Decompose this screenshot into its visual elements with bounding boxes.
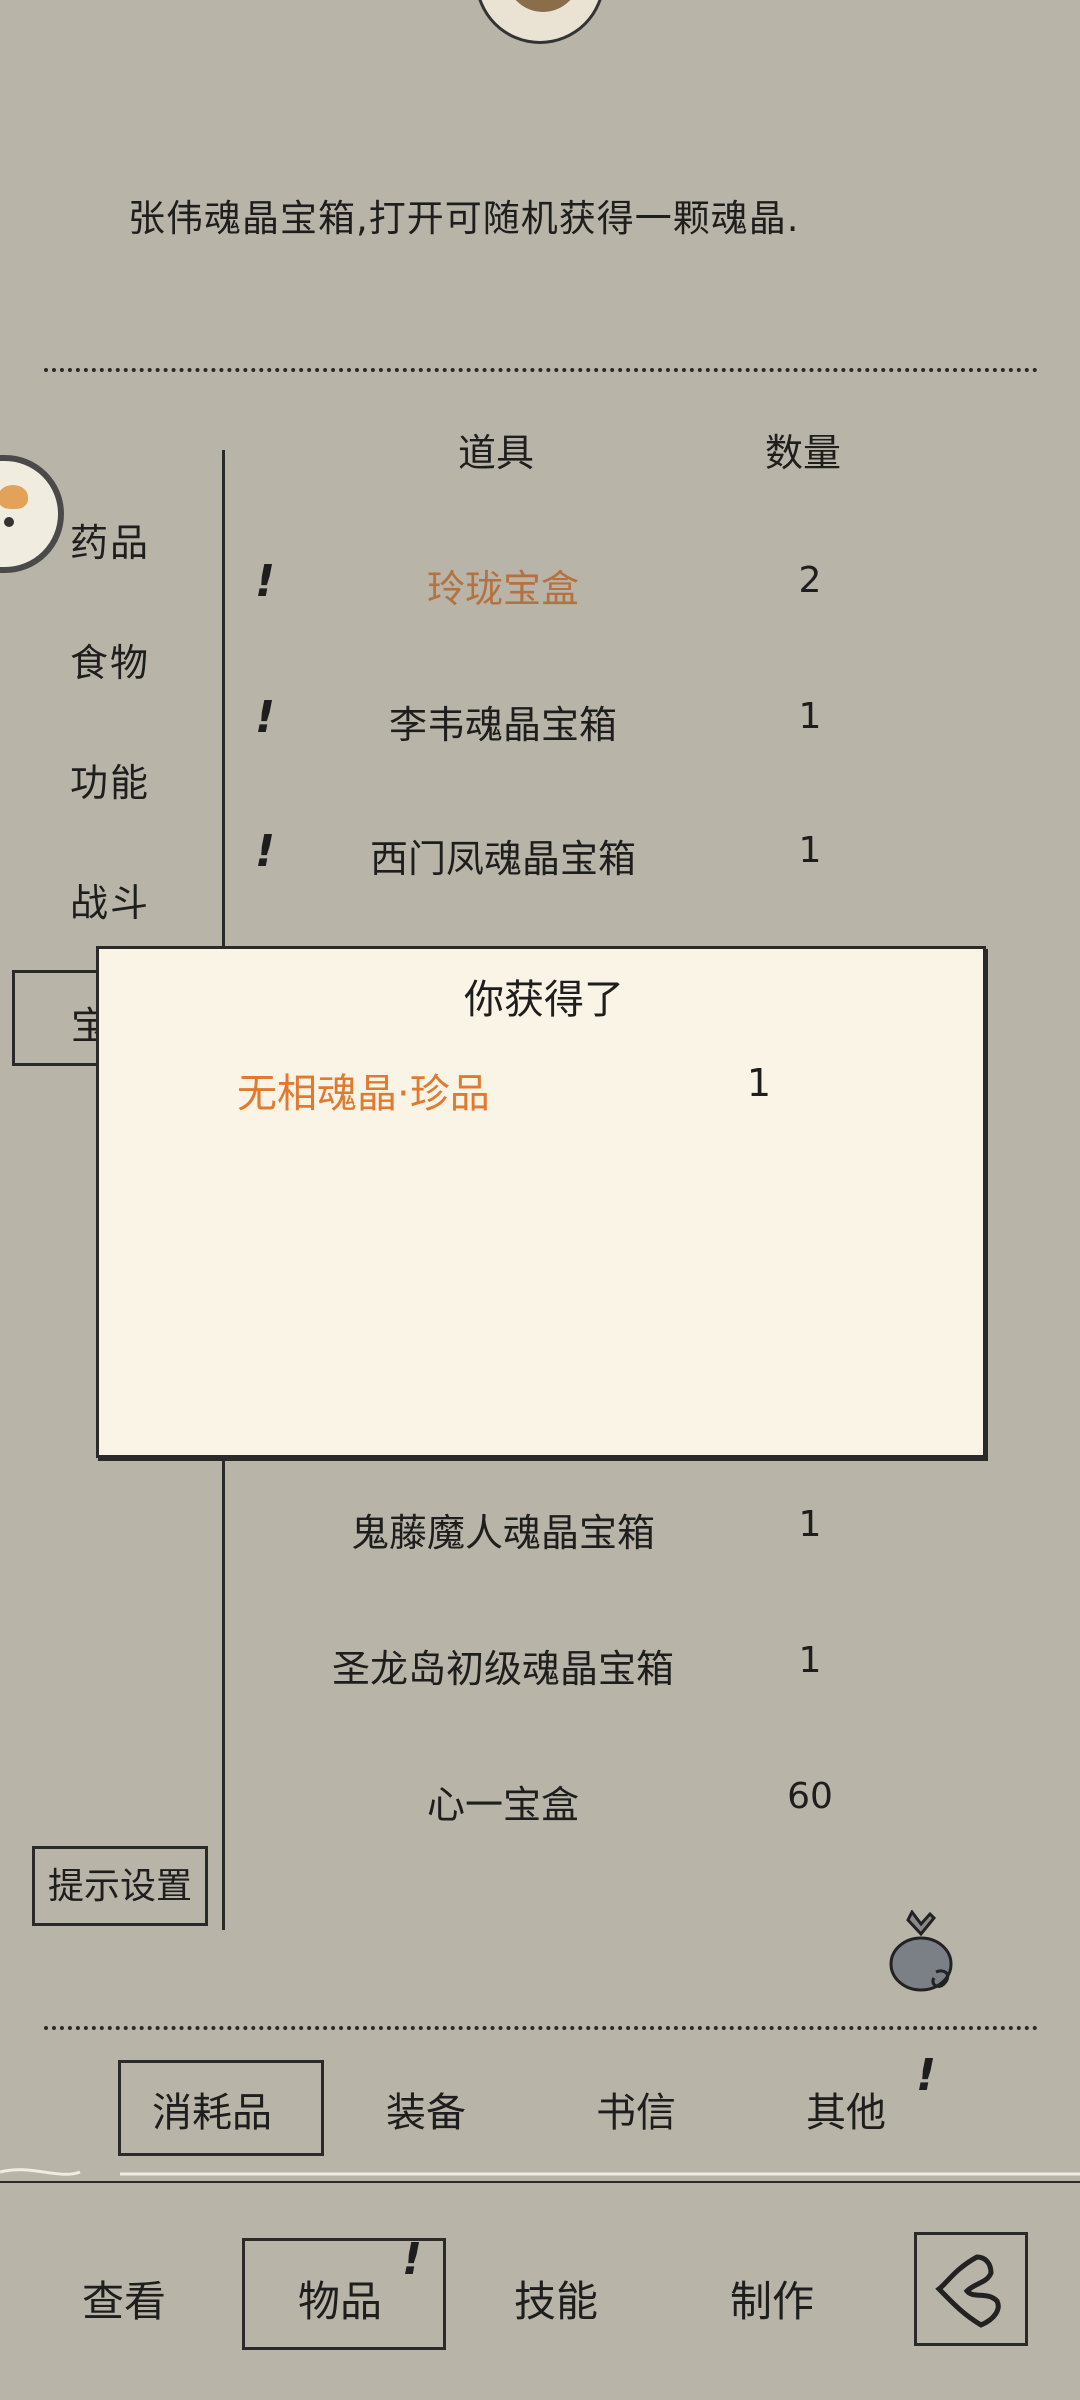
header-item: 道具 (458, 431, 535, 475)
top-avatar-icon[interactable] (475, 0, 605, 44)
table-row-qty: 2 (798, 560, 822, 601)
table-row-name[interactable]: 圣龙岛初级魂晶宝箱 (323, 1638, 683, 1693)
table-row-qty: 60 (787, 1776, 833, 1817)
nav-items[interactable]: 物品 (298, 2268, 382, 2329)
table-row-name[interactable]: 玲珑宝盒 (323, 558, 683, 613)
reward-dialog-title: 你获得了 (464, 977, 624, 1023)
nav-alert-icon: ! (402, 2234, 423, 2285)
nav-craft[interactable]: 制作 (730, 2268, 814, 2329)
table-row-qty: 1 (798, 696, 822, 737)
tab-other[interactable]: 其他 (806, 2080, 886, 2138)
table-row-name[interactable]: 李韦魂晶宝箱 (323, 694, 683, 749)
category-battle[interactable]: 战斗 (70, 872, 150, 927)
header-qty: 数量 (765, 431, 842, 475)
category-food[interactable]: 食物 (70, 632, 150, 687)
divider-bottom (44, 2026, 1038, 2030)
item-description: 张伟魂晶宝箱,打开可随机获得一颗魂晶. (128, 197, 800, 240)
back-button[interactable] (914, 2232, 1028, 2346)
nav-skills[interactable]: 技能 (514, 2268, 598, 2329)
reward-dialog[interactable]: 你获得了 无相魂晶·珍品 1 (96, 946, 986, 1458)
back-arrow-icon (935, 2254, 1001, 2328)
table-row-name[interactable]: 心一宝盒 (323, 1774, 683, 1829)
divider-top (44, 368, 1038, 372)
bag-icon[interactable] (886, 1910, 956, 1992)
wave-divider (0, 2168, 1080, 2183)
reward-item-name[interactable]: 无相魂晶·珍品 (237, 1061, 490, 1119)
side-avatar-icon[interactable] (0, 455, 64, 573)
hint-settings-button[interactable]: 提示设置 (32, 1846, 208, 1926)
tab-alert-icon: ! (916, 2050, 937, 2101)
table-row-name[interactable]: 西门凤魂晶宝箱 (323, 828, 683, 883)
table-row-qty: 1 (798, 1504, 822, 1545)
alert-icon: ! (255, 826, 276, 877)
nav-view[interactable]: 查看 (82, 2268, 166, 2329)
tab-consumables[interactable]: 消耗品 (152, 2080, 272, 2138)
tab-equipment[interactable]: 装备 (386, 2080, 466, 2138)
table-row-qty: 1 (798, 1640, 822, 1681)
table-row-name[interactable]: 鬼藤魔人魂晶宝箱 (323, 1502, 683, 1557)
alert-icon: ! (255, 692, 276, 743)
category-medicine[interactable]: 药品 (70, 512, 150, 567)
table-row-qty: 1 (798, 830, 822, 871)
tab-letters[interactable]: 书信 (596, 2080, 676, 2138)
reward-item-qty: 1 (746, 1061, 772, 1105)
category-treasure-selected[interactable]: 宝 (12, 970, 109, 1066)
alert-icon: ! (255, 556, 276, 607)
category-function[interactable]: 功能 (70, 752, 150, 807)
